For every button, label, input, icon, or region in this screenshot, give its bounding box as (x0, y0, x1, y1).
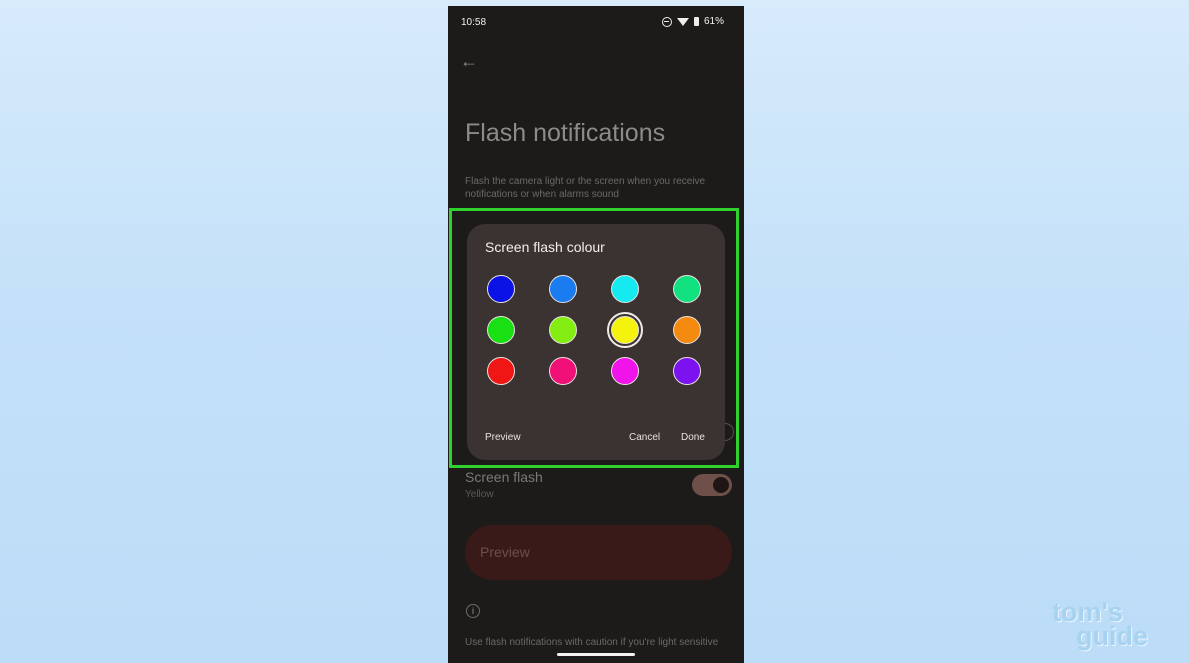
colour-swatch-chartreuse[interactable] (549, 316, 577, 344)
wifi-icon (676, 17, 689, 26)
do-not-disturb-icon (661, 16, 672, 27)
screen-flash-colour-value: Yellow (465, 489, 494, 500)
info-icon: i (466, 604, 480, 618)
colour-swatch-violet[interactable] (673, 357, 701, 385)
status-time: 10:58 (461, 17, 487, 28)
battery-percent: 61% (703, 16, 724, 27)
dialog-title: Screen flash colour (485, 239, 605, 255)
dialog-cancel-button[interactable]: Cancel (629, 432, 660, 443)
battery-icon (693, 17, 699, 26)
home-gesture-bar[interactable] (557, 653, 635, 656)
status-icons: 61% (661, 16, 724, 27)
dialog-done-button[interactable]: Done (681, 432, 705, 443)
colour-swatch-cyan[interactable] (611, 275, 639, 303)
preview-button[interactable]: Preview (465, 525, 732, 580)
toms-guide-logo: tom's guide (1052, 599, 1148, 651)
colour-swatch-blue[interactable] (487, 275, 515, 303)
colour-swatch-rose[interactable] (549, 357, 577, 385)
colour-swatch-orange[interactable] (673, 316, 701, 344)
colour-swatch-green[interactable] (487, 316, 515, 344)
colour-swatch-red[interactable] (487, 357, 515, 385)
back-arrow-icon[interactable]: ← (460, 51, 478, 72)
caution-text: Use flash notifications with caution if … (465, 637, 719, 648)
screen-flash-toggle[interactable] (692, 474, 732, 496)
colour-dialog: Screen flash colour Preview Cancel Done (467, 224, 725, 460)
status-bar: 10:58 61% (448, 6, 744, 38)
logo-line-2: guide (1076, 621, 1148, 651)
colour-swatch-yellow[interactable] (607, 312, 643, 348)
screen-flash-label[interactable]: Screen flash (465, 469, 543, 485)
dialog-preview-button[interactable]: Preview (485, 432, 521, 443)
colour-swatch-magenta[interactable] (611, 357, 639, 385)
colour-swatch-azure[interactable] (549, 275, 577, 303)
colour-swatch-spring-green[interactable] (673, 275, 701, 303)
page-description: Flash the camera light or the screen whe… (465, 176, 706, 200)
toggle-knob (713, 477, 729, 493)
page-title: Flash notifications (465, 119, 666, 147)
